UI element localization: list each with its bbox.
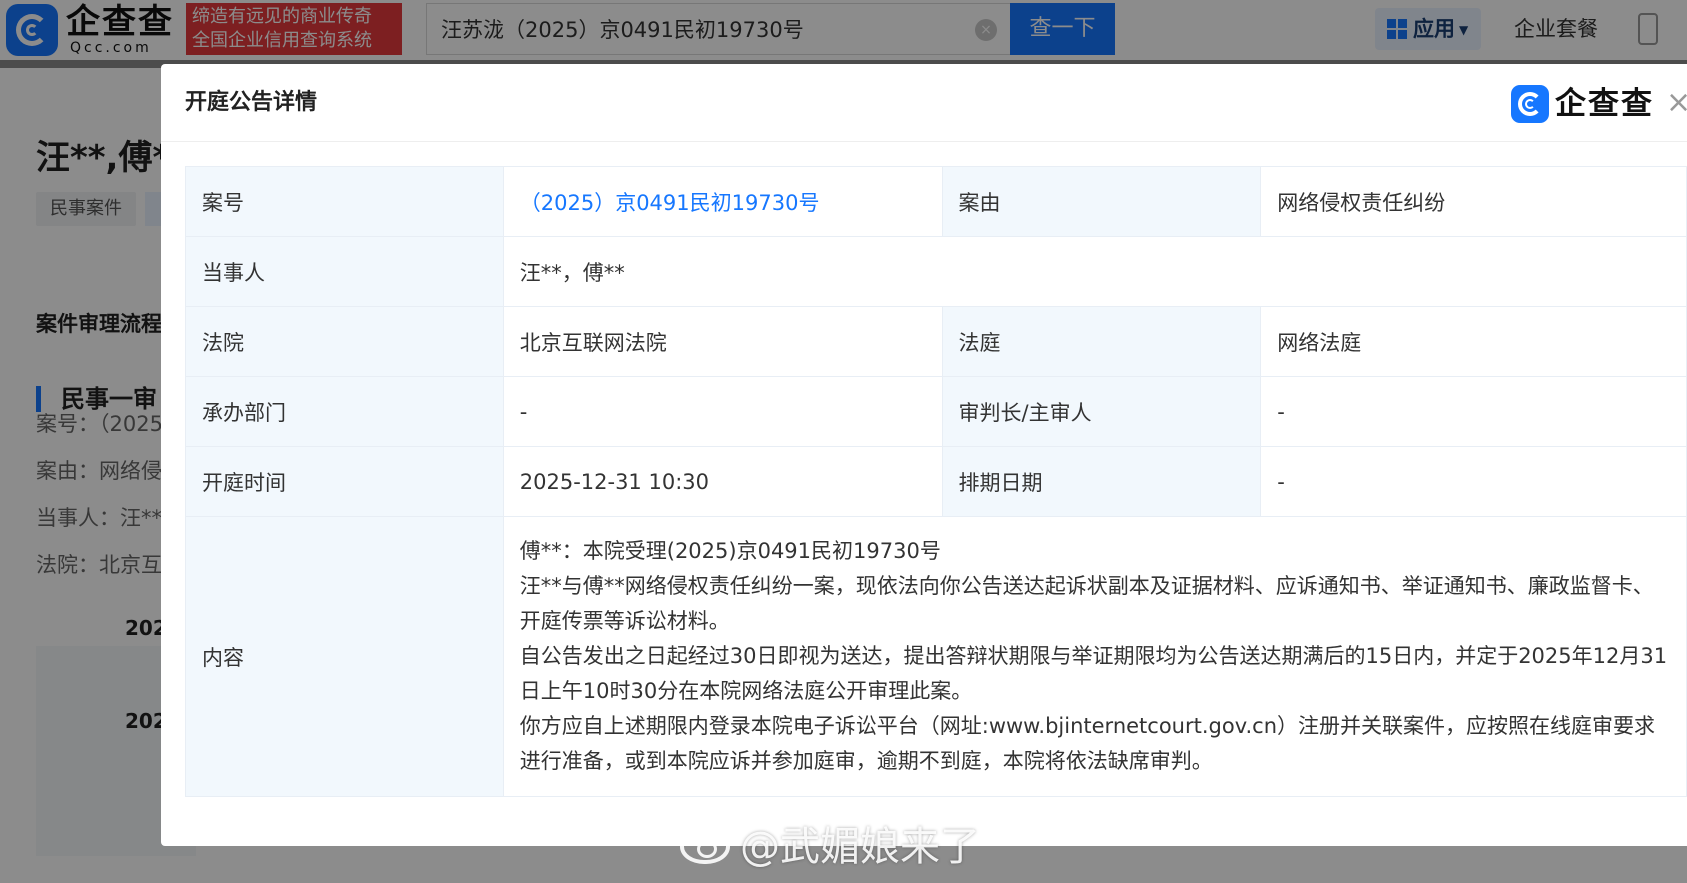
tribunal-value: 网络法庭: [1260, 306, 1687, 377]
close-icon[interactable]: ×: [1666, 86, 1687, 120]
qcc-logo-icon: [1511, 85, 1549, 123]
table-row: 开庭时间 2025-12-31 10:30 排期日期 -: [185, 446, 1687, 517]
content-value: 傅**：本院受理(2025)京0491民初19730号 汪**与傅**网络侵权责…: [502, 516, 1687, 797]
weibo-watermark: @武媚娘来了: [680, 814, 980, 872]
hearing-time-label: 开庭时间: [185, 446, 504, 517]
content-label: 内容: [185, 516, 504, 797]
department-label: 承办部门: [185, 376, 504, 447]
modal-header: 开庭公告详情 企查查 ×: [161, 64, 1687, 142]
modal-title: 开庭公告详情: [185, 90, 318, 115]
court-label: 法院: [185, 306, 504, 377]
content-paragraph: 傅**：本院受理(2025)京0491民初19730号: [519, 539, 941, 563]
detail-table: 案号 （2025）京0491民初19730号 案由 网络侵权责任纠纷 当事人 汪…: [185, 166, 1687, 797]
case-cause-value: 网络侵权责任纠纷: [1260, 166, 1687, 237]
party-label: 当事人: [185, 236, 504, 307]
department-value: -: [502, 376, 943, 447]
content-paragraph: 你方应自上述期限内登录本院电子诉讼平台（网址:www.bjinternetcou…: [519, 714, 1656, 773]
case-number-value: （2025）京0491民初19730号: [502, 166, 943, 237]
table-row: 当事人 汪**，傅**: [185, 236, 1687, 307]
weibo-icon: [680, 828, 730, 864]
hearing-time-value: 2025-12-31 10:30: [502, 446, 943, 517]
judge-label: 审判长/主审人: [941, 376, 1262, 447]
court-value: 北京互联网法院: [502, 306, 943, 377]
brand-text: 企查查: [1555, 86, 1654, 122]
party-value: 汪**，傅**: [502, 236, 1687, 307]
table-row: 承办部门 - 审判长/主审人 -: [185, 376, 1687, 447]
case-number-link[interactable]: （2025）京0491民初19730号: [520, 191, 820, 215]
content-paragraph: 自公告发出之日起经过30日即视为送达，提出答辩状期限与举证期限均为公告送达期满后…: [519, 644, 1668, 703]
tribunal-label: 法庭: [941, 306, 1262, 377]
case-cause-label: 案由: [941, 166, 1262, 237]
case-number-label: 案号: [185, 166, 504, 237]
content-paragraph: 汪**与傅**网络侵权责任纠纷一案，现依法向你公告送达起诉状副本及证据材料、应诉…: [519, 574, 1654, 633]
table-row: 内容 傅**：本院受理(2025)京0491民初19730号 汪**与傅**网络…: [185, 516, 1687, 797]
table-row: 案号 （2025）京0491民初19730号 案由 网络侵权责任纠纷: [185, 166, 1687, 237]
judge-value: -: [1260, 376, 1687, 447]
schedule-date-value: -: [1260, 446, 1687, 517]
hearing-notice-modal: 开庭公告详情 企查查 × 案号 （2025）京0491民初19730号 案由 网…: [161, 64, 1687, 846]
watermark-text: @武媚娘来了: [740, 824, 980, 870]
schedule-date-label: 排期日期: [941, 446, 1262, 517]
table-row: 法院 北京互联网法院 法庭 网络法庭: [185, 306, 1687, 377]
